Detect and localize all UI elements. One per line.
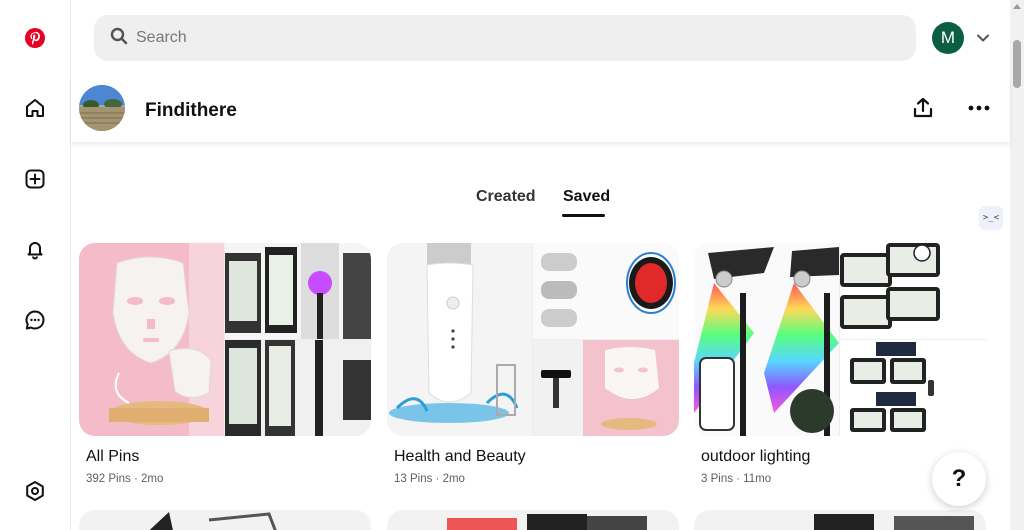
pin-image-rgb-spotlights [694,243,839,436]
board-card-outdoor-lighting[interactable]: outdoor lighting 3 Pins · 11mo [694,243,986,485]
home-icon[interactable] [22,95,48,121]
tab-created[interactable]: Created [476,188,536,206]
search-icon [110,27,128,50]
pinterest-logo-icon[interactable] [22,25,48,51]
active-tab-indicator [562,214,605,217]
settings-icon[interactable] [22,478,48,504]
pin-image-panel-lights [840,340,986,436]
board-cover [694,243,986,436]
search-bar[interactable] [94,15,916,61]
board-avatar[interactable] [79,85,125,131]
pin-image-red-light-belt [533,243,679,339]
board-name: All Pins [86,448,140,465]
board-meta: 13 Pins · 2mo [394,473,465,485]
messages-icon[interactable] [22,307,48,333]
pin-image-callus-remover [387,243,532,436]
chevron-down-icon[interactable] [975,30,991,46]
pin-image-solar-lights [225,243,371,339]
board-card-health-and-beauty[interactable]: Health and Beauty 13 Pins · 2mo [387,243,679,485]
board-card-partial[interactable] [694,510,986,530]
pin-image-solar-stake [225,340,371,436]
pin-image-led-face-mask [79,243,224,436]
tab-saved[interactable]: Saved [563,188,610,206]
board-meta: 392 Pins · 2mo [86,473,164,485]
search-input[interactable] [136,29,896,47]
board-header: Findithere [71,78,1010,142]
board-cover [387,243,679,436]
notifications-icon[interactable] [22,236,48,262]
board-card-partial[interactable] [387,510,679,530]
create-icon[interactable] [22,166,48,192]
board-title: Findithere [145,100,237,121]
help-button[interactable]: ? [932,452,986,506]
board-cover [79,243,371,436]
side-panel-toggle[interactable]: >_< [979,206,1003,230]
board-card-partial[interactable] [79,510,371,530]
user-avatar[interactable]: M [932,22,964,54]
board-card-all-pins[interactable]: All Pins 392 Pins · 2mo [79,243,371,485]
pin-image-solar-floodlights [840,243,986,339]
page-scrollbar[interactable] [1010,0,1024,530]
scrollbar-thumb[interactable] [1013,40,1021,88]
share-icon[interactable] [911,96,935,120]
pin-image-led-mask [533,340,679,436]
board-name: Health and Beauty [394,448,526,465]
left-nav-rail [0,0,71,530]
more-options-icon[interactable] [967,96,991,120]
scroll-up-arrow-icon[interactable] [1013,4,1021,9]
